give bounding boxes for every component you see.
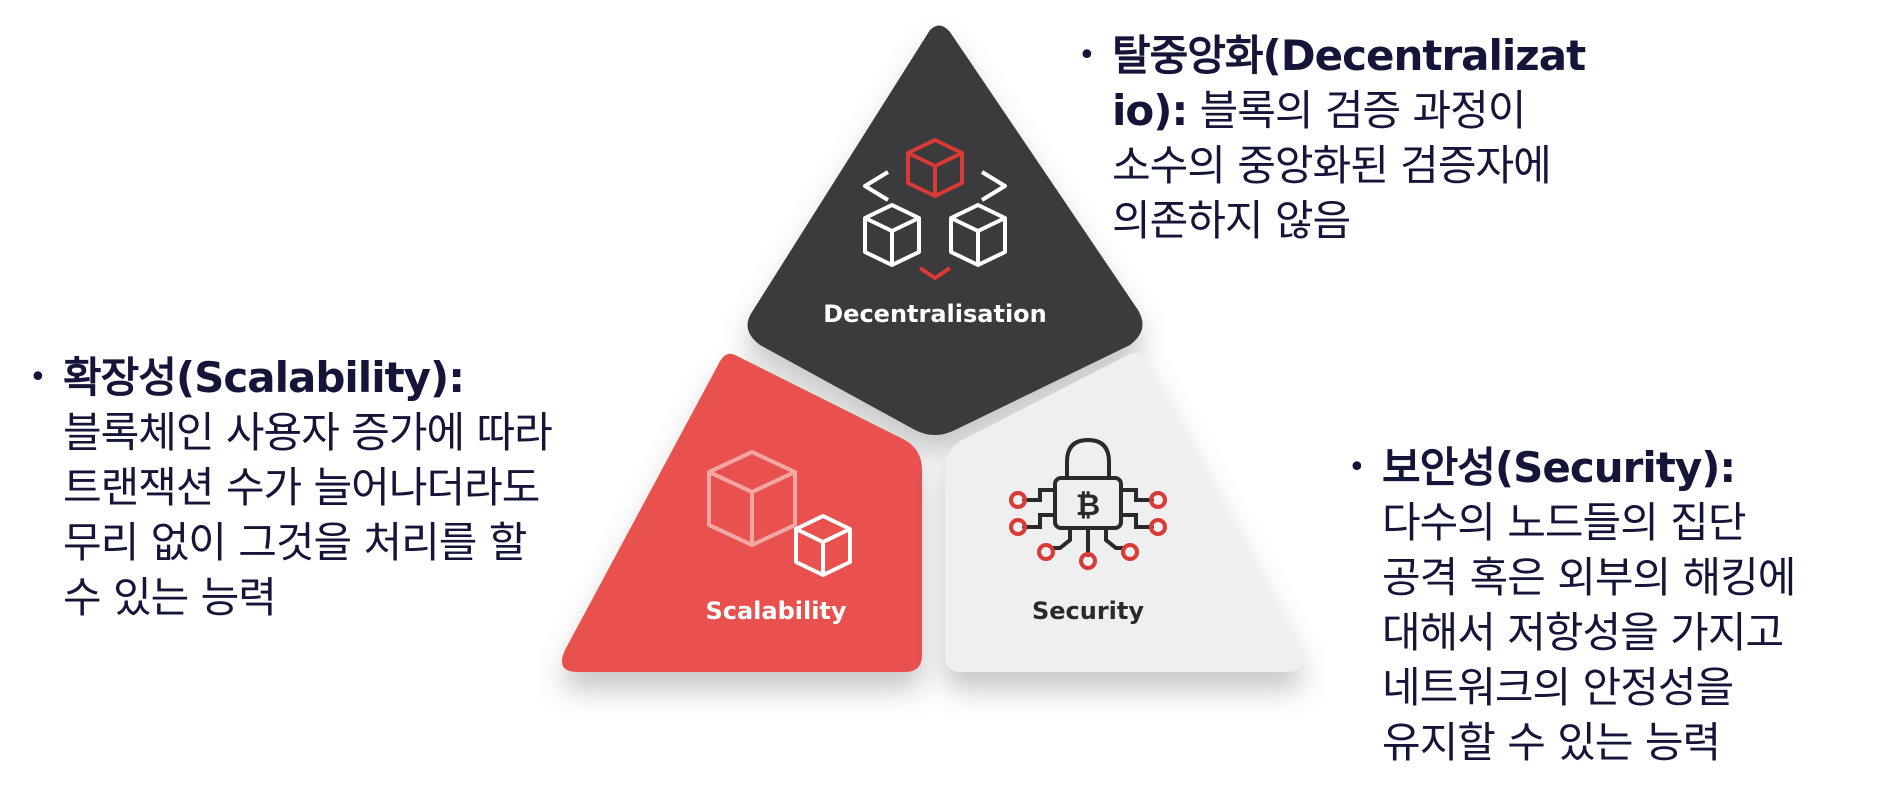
decentralization-note: • 탈중앙화(Decentralizat io): 블록의 검증 과정이 소수의… [1078,28,1586,248]
decentralization-line-3: 의존하지 않음 [1112,196,1351,245]
scalability-line-1: 블록체인 사용자 증가에 따라 [63,408,553,457]
scalability-label: Scalability [705,597,846,625]
security-line-5: 유지할 수 있는 능력 [1382,718,1721,767]
security-note: • 보안성(Security): 다수의 노드들의 집단 공격 혹은 외부의 해… [1348,440,1796,770]
decentralization-line-1: 블록의 검증 과정이 [1187,86,1527,135]
bullet-icon: • [29,360,47,395]
decentralisation-label: Decentralisation [823,300,1047,328]
decentralization-line-2: 소수의 중앙화된 검증자에 [1112,141,1552,190]
security-line-4: 네트워크의 안정성을 [1382,663,1734,712]
scalability-note: • 확장성(Scalability): 블록체인 사용자 증가에 따라 트랜잭션… [29,350,553,625]
security-label: Security [1032,597,1144,625]
security-title: 보안성(Security): [1382,443,1736,492]
bullet-icon: • [1348,450,1366,485]
decentralization-title-cont: io): [1112,86,1188,135]
scalability-line-3: 무리 없이 그것을 처리를 할 [63,518,527,567]
scalability-title: 확장성(Scalability): [63,353,465,402]
decentralization-title: 탈중앙화(Decentralizat [1112,31,1586,80]
bitcoin-symbol: ₿ [1076,488,1100,523]
security-line-3: 대해서 저항성을 가지고 [1382,608,1784,657]
security-line-1: 다수의 노드들의 집단 [1382,498,1746,547]
scalability-line-4: 수 있는 능력 [63,573,277,622]
bullet-icon: • [1078,38,1096,73]
security-line-2: 공격 혹은 외부의 해킹에 [1382,553,1796,602]
decentralisation-triangle [747,25,1143,435]
scalability-line-2: 트랜잭션 수가 늘어나더라도 [63,463,540,512]
